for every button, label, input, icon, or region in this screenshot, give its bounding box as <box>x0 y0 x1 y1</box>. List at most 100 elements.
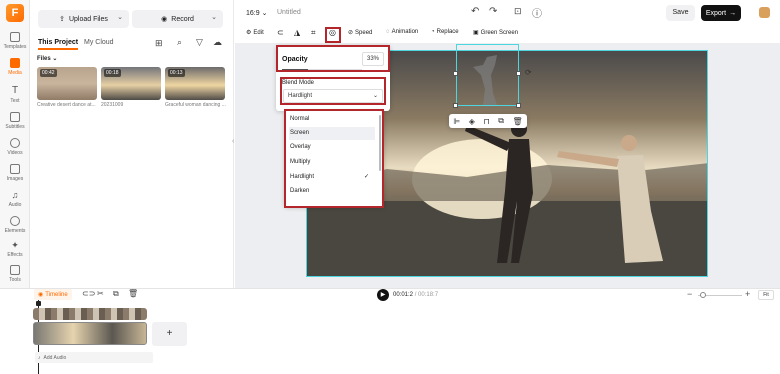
save-button[interactable]: Save <box>666 5 695 21</box>
layers-icon[interactable]: ◈ <box>469 117 475 126</box>
resize-handle[interactable] <box>516 103 521 108</box>
text-icon: T <box>11 85 19 96</box>
nav-videos[interactable]: Videos <box>0 138 30 156</box>
audio-icon: ♫ <box>11 190 19 200</box>
tools-icon <box>10 265 20 275</box>
edit-toolbar: ⚙ Edit ⊂ ◮ ⌗ ◎ ⊘ Speed ◌ Animation ◔ Replace… <box>235 25 780 44</box>
crop-icon[interactable]: ⌗ <box>311 28 316 38</box>
nav-images[interactable]: Images <box>0 164 30 182</box>
green-screen-icon: ▣ <box>473 30 479 36</box>
tab-this-project[interactable]: This Project <box>38 39 79 50</box>
timeline-tab[interactable]: ◉ Timeline <box>34 289 72 300</box>
search-icon[interactable]: ⌕ <box>177 37 182 48</box>
fit-button[interactable]: Fit <box>758 290 774 300</box>
play-button[interactable]: ▶ <box>377 289 389 301</box>
new-folder-icon[interactable]: ⊞ <box>155 38 163 49</box>
lock-icon[interactable]: ⊓ <box>483 117 489 126</box>
zoom-out-icon[interactable]: − <box>687 289 692 299</box>
media-filename: 20231009 <box>101 102 124 108</box>
play-icon: ▶ <box>380 292 386 298</box>
nav-elements[interactable]: Elements <box>0 216 30 234</box>
playhead-handle[interactable] <box>36 301 41 306</box>
nav-media[interactable]: Media <box>0 58 30 76</box>
rotate-icon[interactable]: ⟳ <box>525 68 532 77</box>
nav-templates[interactable]: Templates <box>0 32 30 50</box>
videos-icon <box>10 138 20 148</box>
overlay-dancer <box>473 55 497 105</box>
avatar[interactable] <box>759 7 770 18</box>
filter-icon[interactable]: ▽ <box>196 37 203 48</box>
copy-icon[interactable]: ⧉ <box>113 289 119 299</box>
undo-icon[interactable]: ↶ <box>471 6 479 17</box>
delete-icon[interactable]: 🗑 <box>513 117 523 126</box>
speed-icon: ⊘ <box>348 30 354 36</box>
images-icon <box>10 164 20 174</box>
highlight-box <box>325 27 341 43</box>
sliders-icon: ⚙ <box>246 30 252 36</box>
resize-handle[interactable] <box>453 103 458 108</box>
zoom-in-icon[interactable]: + <box>745 289 750 299</box>
export-button[interactable]: Export → <box>701 5 741 21</box>
tab-my-cloud[interactable]: My Cloud <box>84 39 114 46</box>
flip-icon[interactable]: ◮ <box>294 28 300 37</box>
zoom-slider[interactable] <box>698 292 742 298</box>
add-audio-track[interactable]: ♪ Add Audio <box>35 352 153 363</box>
media-thumbnail[interactable]: 00:42 <box>37 67 97 100</box>
edit-button[interactable]: ⚙ Edit <box>246 29 264 37</box>
files-label[interactable]: Files ⌄ <box>37 55 57 62</box>
green-screen-button[interactable]: ▣ Green Screen <box>473 29 518 37</box>
resize-handle[interactable] <box>453 71 458 76</box>
nav-text[interactable]: T Text <box>0 85 30 105</box>
speed-button[interactable]: ⊘ Speed <box>348 29 372 37</box>
upload-files-button[interactable]: ⇪ Upload Files ⌄ <box>38 10 129 28</box>
main-track-clip[interactable] <box>33 322 147 345</box>
elements-icon <box>10 216 20 226</box>
overlay-clip-selection[interactable] <box>456 44 519 106</box>
replace-icon: ◔ <box>431 29 435 35</box>
project-title[interactable]: Untitled <box>277 9 301 16</box>
add-clip-button[interactable]: + <box>152 322 187 346</box>
zoom-slider-thumb[interactable] <box>700 292 706 298</box>
subtitles-icon <box>10 112 20 122</box>
duplicate-icon[interactable]: ⧉ <box>498 116 504 126</box>
align-icon[interactable]: ⊫ <box>453 117 460 126</box>
nav-audio[interactable]: ♫ Audio <box>0 190 30 208</box>
app-logo: F <box>6 4 24 22</box>
timeline-icon: ◉ <box>38 292 44 298</box>
music-icon: ♪ <box>38 354 41 361</box>
media-filename: Creative desert dance at... <box>37 102 96 108</box>
record-button[interactable]: ◉ Record ⌄ <box>132 10 223 28</box>
screenshot-icon[interactable]: ⊡ <box>514 6 522 17</box>
upload-icon: ⇪ <box>59 16 65 23</box>
clip-floating-toolbar: ⊫ ◈ ⊓ ⧉ 🗑 <box>449 114 527 128</box>
scissors-icon[interactable]: ✂ <box>97 289 104 298</box>
replace-button[interactable]: ◔ Replace <box>431 29 459 35</box>
media-thumbnail[interactable]: 00:18 <box>101 67 161 100</box>
templates-icon <box>10 32 20 42</box>
time-display: 00:01:2 / 00:18:7 <box>393 292 439 298</box>
collapse-panel-icon[interactable]: ‹ <box>232 138 234 145</box>
aspect-ratio-select[interactable]: 16:9 ⌄ <box>246 9 267 17</box>
help-icon[interactable]: ⓘ <box>532 5 542 20</box>
highlight-box <box>276 45 390 72</box>
mask-icon[interactable]: ⊂ <box>277 28 284 37</box>
chevron-down-icon[interactable]: ⌄ <box>117 13 123 21</box>
media-filename: Graceful woman dancing ... <box>165 102 226 108</box>
animation-icon: ◌ <box>386 29 390 35</box>
nav-tools[interactable]: Tools <box>0 265 30 283</box>
redo-icon[interactable]: ↷ <box>489 6 497 17</box>
resize-handle[interactable] <box>516 71 521 76</box>
nav-subtitles[interactable]: Subtitles <box>0 112 30 130</box>
split-icon[interactable]: ⊂⊃ <box>82 289 95 298</box>
overlay-track-clip[interactable] <box>33 308 147 320</box>
arrow-right-icon: → <box>729 9 737 17</box>
record-icon: ◉ <box>161 16 168 23</box>
chevron-down-icon[interactable]: ⌄ <box>211 13 217 21</box>
nav-effects[interactable]: ✦ Effects <box>0 240 30 258</box>
delete-icon[interactable]: 🗑 <box>128 289 138 298</box>
highlight-box <box>280 77 386 105</box>
cloud-upload-icon[interactable]: ☁ <box>213 37 222 48</box>
highlight-box <box>284 109 384 208</box>
media-thumbnail[interactable]: 00:13 <box>165 67 225 100</box>
animation-button[interactable]: ◌ Animation <box>386 29 418 35</box>
